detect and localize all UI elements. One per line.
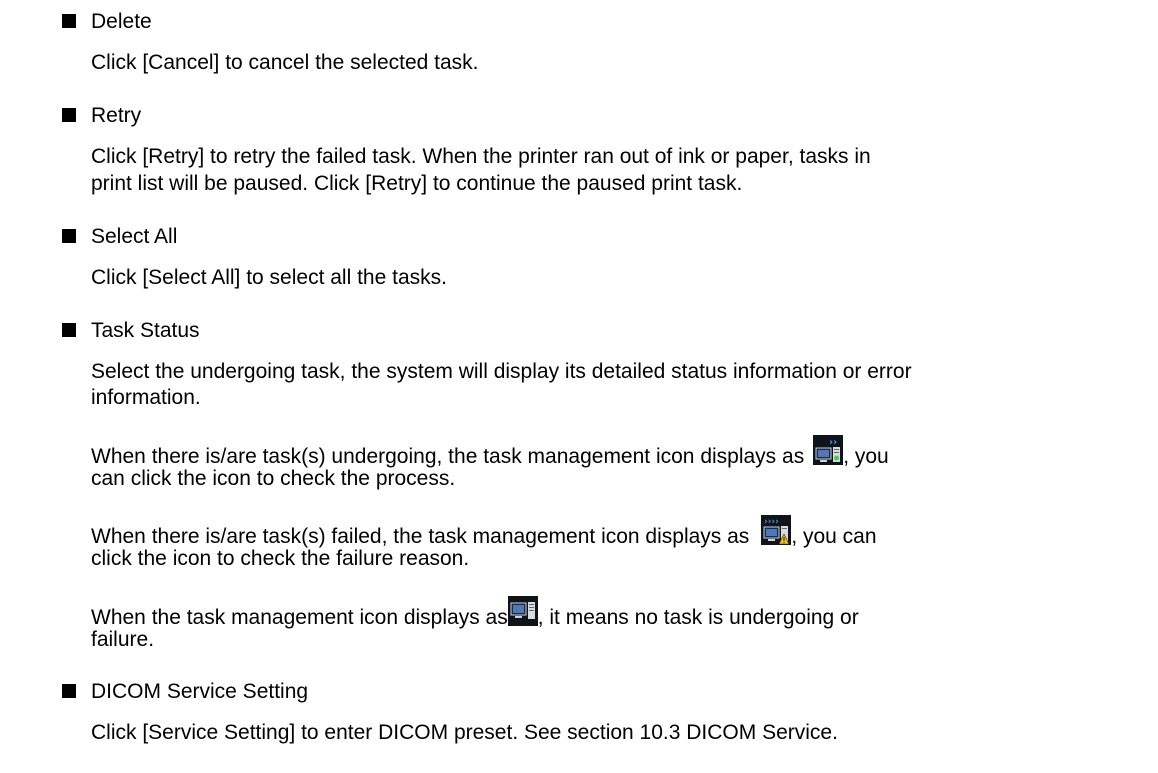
section-retry-body-line1: Click [Retry] to retry the failed task. …: [91, 145, 871, 168]
bullet-square-icon: [62, 14, 76, 28]
bullet-square-icon: [62, 323, 76, 337]
section-heading-label: Task Status: [91, 319, 200, 342]
svg-text:››››: ››››: [764, 517, 779, 527]
bullet-square-icon: [62, 108, 76, 122]
undergoing-paragraph-line2: can click the icon to check the process.: [91, 467, 456, 490]
section-heading-label: Delete: [91, 10, 152, 33]
undergoing-text-post: , you: [843, 445, 889, 468]
section-heading-label: Retry: [91, 104, 142, 127]
section-retry-body-line2: print list will be paused. Click [Retry]…: [91, 172, 743, 195]
bullet-square-icon: [62, 229, 76, 243]
failed-paragraph-line2: click the icon to check the failure reas…: [91, 547, 470, 570]
task-failed-icon: ››››: [761, 515, 792, 545]
failed-text-post: , you can: [791, 525, 877, 548]
undergoing-text-pre: When there is/are task(s) undergoing, th…: [91, 445, 805, 468]
manual-page: Delete Click [Cancel] to cancel the sele…: [0, 0, 1158, 773]
svg-text:››: ››: [829, 437, 837, 448]
failed-text-pre: When there is/are task(s) failed, the ta…: [91, 525, 750, 548]
idle-paragraph-line2: failure.: [91, 628, 155, 651]
bullet-square-icon: [62, 684, 76, 698]
section-heading-label: Select All: [91, 225, 178, 248]
idle-paragraph-line1: When the task management icon displays a…: [91, 596, 1151, 630]
section-delete-body: Click [Cancel] to cancel the selected ta…: [91, 51, 479, 74]
section-task-status-body-line2: information.: [91, 386, 201, 409]
section-select-all-body: Click [Select All] to select all the tas…: [91, 266, 447, 289]
section-dicom-service-setting-body: Click [Service Setting] to enter DICOM p…: [91, 721, 838, 744]
task-undergoing-icon: ››: [813, 435, 844, 465]
idle-text-post: , it means no task is undergoing or: [537, 606, 859, 629]
failed-paragraph-line1: When there is/are task(s) failed, the ta…: [91, 515, 1151, 549]
section-heading-label: DICOM Service Setting: [91, 680, 309, 703]
task-idle-icon: [507, 596, 538, 626]
undergoing-paragraph-line1: When there is/are task(s) undergoing, th…: [91, 435, 1151, 469]
idle-text-pre: When the task management icon displays a…: [91, 606, 508, 629]
section-task-status-body-line1: Select the undergoing task, the system w…: [91, 360, 912, 383]
